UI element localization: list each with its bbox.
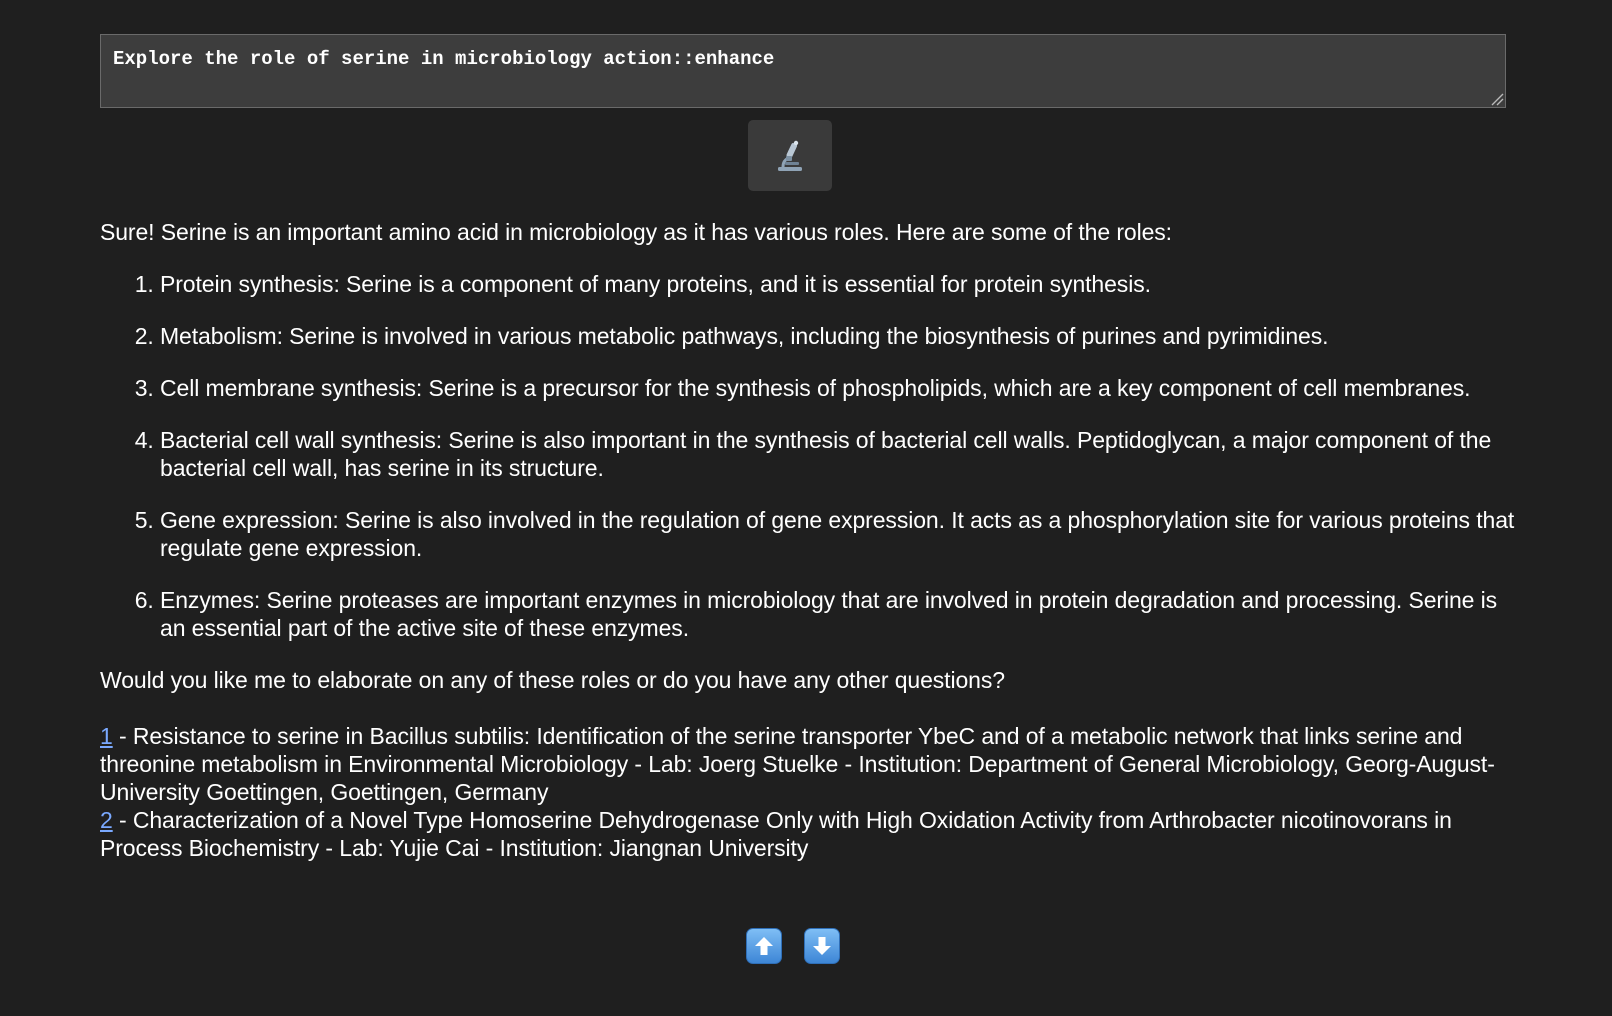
submit-button[interactable] [748,120,832,191]
reference-item: 1 - Resistance to serine in Bacillus sub… [100,722,1520,806]
response-intro: Sure! Serine is an important amino acid … [100,219,1172,245]
role-item: Gene expression: Serine is also involved… [160,506,1520,562]
up-arrow-icon [755,937,773,955]
references: 1 - Resistance to serine in Bacillus sub… [100,722,1520,862]
roles-list: Protein synthesis: Serine is a component… [100,270,1520,642]
response-outro: Would you like me to elaborate on any of… [100,667,1005,693]
prompt-input[interactable]: Explore the role of serine in microbiolo… [100,34,1506,108]
role-item: Enzymes: Serine proteases are important … [160,586,1520,642]
downvote-button[interactable] [804,928,840,964]
vote-buttons [746,928,840,964]
role-item: Cell membrane synthesis: Serine is a pre… [160,374,1520,402]
reference-text: - Characterization of a Novel Type Homos… [100,807,1452,861]
microscope-icon [778,140,802,171]
upvote-button[interactable] [746,928,782,964]
reference-item: 2 - Characterization of a Novel Type Hom… [100,806,1520,862]
role-item: Bacterial cell wall synthesis: Serine is… [160,426,1520,482]
resize-grip-icon[interactable] [1490,92,1504,106]
reference-link[interactable]: 2 [100,807,113,833]
reference-link[interactable]: 1 [100,723,113,749]
assistant-response: Sure! Serine is an important amino acid … [100,218,1520,862]
reference-text: - Resistance to serine in Bacillus subti… [100,723,1495,805]
down-arrow-icon [813,937,831,955]
role-item: Metabolism: Serine is involved in variou… [160,322,1520,350]
role-item: Protein synthesis: Serine is a component… [160,270,1520,298]
